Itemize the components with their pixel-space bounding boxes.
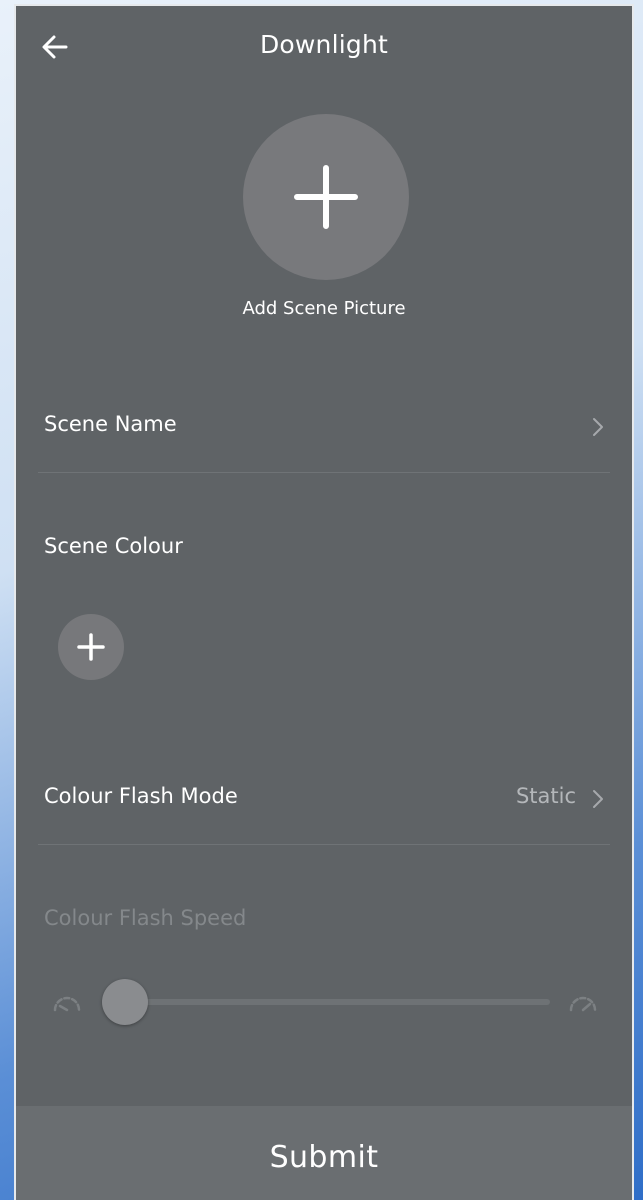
divider [38,844,610,845]
divider [38,472,610,473]
speedometer-slow-icon [53,996,81,1012]
plus-icon [77,633,105,661]
chevron-right-icon [593,790,603,808]
scene-name-label: Scene Name [44,412,177,436]
flash-speed-slider-thumb[interactable] [102,979,148,1025]
header: Downlight [16,6,632,90]
add-scene-picture-button[interactable] [243,114,409,280]
add-scene-picture-label: Add Scene Picture [242,298,406,319]
add-scene-colour-button[interactable] [58,614,124,680]
colour-flash-mode-value: Static [515,784,576,808]
colour-flash-mode-row[interactable]: Colour Flash Mode Static [38,770,610,830]
plus-icon [294,165,358,229]
scene-name-row[interactable]: Scene Name [38,398,610,458]
scene-colour-label: Scene Colour [44,534,183,558]
speedometer-fast-icon [569,996,597,1012]
page-title: Downlight [259,30,389,59]
app-screen: Downlight Add Scene Picture Scene Name S… [14,4,634,1200]
flash-speed-slider-track[interactable] [104,999,550,1005]
colour-flash-mode-label: Colour Flash Mode [44,784,238,808]
submit-button[interactable]: Submit [16,1106,632,1200]
chevron-right-icon [593,418,603,436]
submit-label: Submit [269,1140,379,1175]
colour-flash-speed-label: Colour Flash Speed [44,906,247,930]
